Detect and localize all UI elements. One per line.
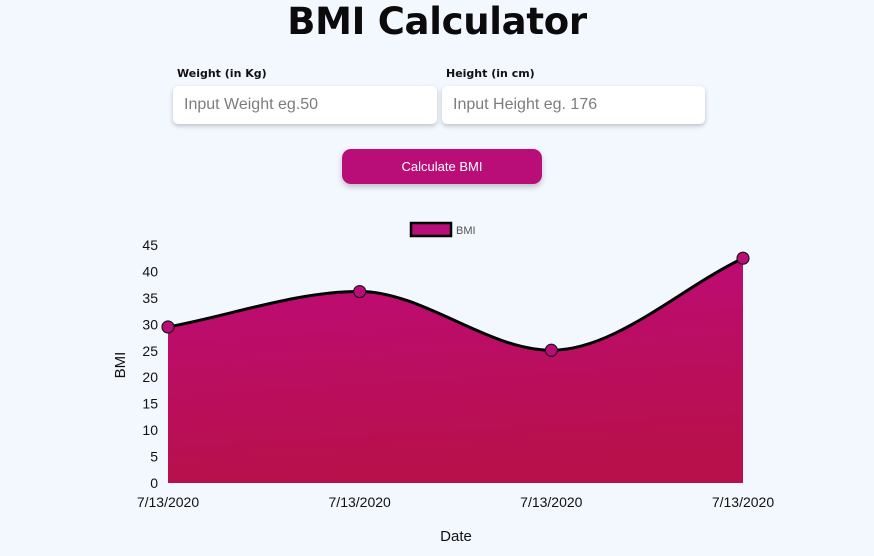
data-point-3 bbox=[736, 251, 750, 265]
data-point-2 bbox=[544, 343, 558, 357]
x-tick-label: 7/13/2020 bbox=[329, 494, 391, 510]
bmi-area-fill bbox=[168, 258, 743, 483]
data-point-0 bbox=[161, 320, 175, 334]
y-tick-label: 25 bbox=[142, 343, 158, 359]
data-point-1 bbox=[353, 284, 367, 299]
y-axis-title: BMI bbox=[112, 352, 129, 379]
y-tick-label: 40 bbox=[142, 263, 158, 279]
y-tick-label: 30 bbox=[142, 316, 158, 332]
y-tick-label: 45 bbox=[142, 237, 158, 253]
height-input[interactable] bbox=[442, 86, 705, 124]
weight-input[interactable] bbox=[173, 86, 437, 124]
x-tick-label: 7/13/2020 bbox=[712, 494, 774, 510]
page-title: BMI Calculator bbox=[287, 0, 587, 43]
y-tick-label: 5 bbox=[150, 449, 158, 465]
legend-label: BMI bbox=[456, 225, 476, 237]
y-tick-label: 35 bbox=[142, 290, 158, 306]
x-tick-label: 7/13/2020 bbox=[520, 494, 582, 510]
y-tick-label: 15 bbox=[142, 396, 158, 412]
y-tick-label: 0 bbox=[150, 475, 158, 491]
legend-swatch bbox=[409, 221, 453, 238]
bmi-calculator-page: BMI Calculator Weight (in Kg) Height (in… bbox=[0, 0, 874, 556]
x-axis-title: Date bbox=[440, 528, 472, 545]
weight-label: Weight (in Kg) bbox=[177, 67, 267, 80]
y-tick-label: 10 bbox=[142, 422, 158, 438]
calculate-bmi-button[interactable]: Calculate BMI bbox=[342, 149, 542, 184]
y-tick-label: 20 bbox=[142, 369, 158, 385]
bmi-chart: 0 5 10 15 20 25 30 35 40 45 7/13/2020 7/13/2020 7/13… bbox=[112, 221, 774, 545]
height-label: Height (in cm) bbox=[446, 67, 535, 80]
x-tick-label: 7/13/2020 bbox=[137, 494, 199, 510]
